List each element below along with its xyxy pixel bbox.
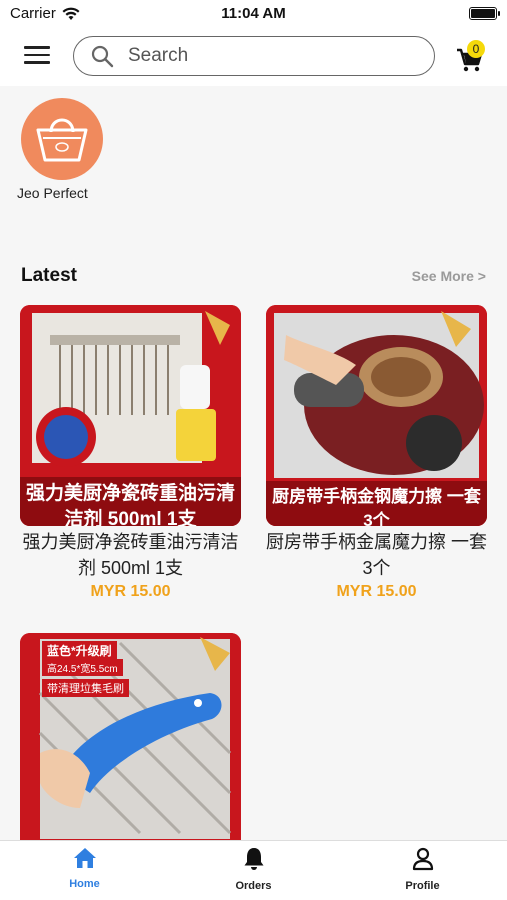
battery-icon — [469, 7, 500, 20]
store-avatar[interactable] — [21, 98, 103, 180]
tab-label: Profile — [405, 880, 440, 892]
home-icon — [73, 848, 96, 868]
store-item[interactable]: Jeo Perfect — [17, 98, 103, 201]
product-banner-text: 强力美厨净瓷砖重油污清洁剂 500ml 1支 — [25, 483, 235, 526]
tab-label: Home — [69, 878, 100, 890]
tab-profile[interactable]: Profile — [338, 841, 507, 900]
status-bar: Carrier 11:04 AM — [0, 0, 507, 28]
menu-icon-line — [24, 61, 50, 64]
cart-button[interactable]: 0 — [455, 40, 489, 74]
product-image[interactable]: 厨房带手柄金钢魔力擦 一套3个 — [266, 305, 487, 526]
menu-icon-line — [24, 46, 50, 49]
menu-icon-line — [24, 53, 50, 56]
product-card[interactable]: 强力美厨净瓷砖重油污清洁剂 500ml 1支 强力美厨净瓷砖重油污清洁剂 500… — [20, 305, 241, 601]
tab-orders[interactable]: Orders — [169, 841, 338, 900]
tab-label: Orders — [235, 880, 272, 892]
product-title[interactable]: 强力美厨净瓷砖重油污清洁剂 500ml 1支 — [20, 529, 241, 581]
product-title[interactable]: 厨房带手柄金属魔力擦 一套3个 — [266, 529, 487, 581]
person-icon — [412, 847, 433, 871]
menu-button[interactable] — [24, 46, 50, 66]
bell-icon — [244, 848, 263, 870]
product-tag: 高24.5*宽5.5cm — [42, 659, 123, 676]
product-price: MYR 15.00 — [336, 583, 417, 600]
tab-home[interactable]: Home — [0, 841, 169, 900]
search-icon — [91, 45, 114, 68]
product-banner-text: 厨房带手柄金钢魔力擦 一套3个 — [272, 487, 481, 526]
search-bar[interactable] — [73, 36, 435, 76]
product-image[interactable]: 强力美厨净瓷砖重油污清洁剂 500ml 1支 — [20, 305, 241, 526]
section-title: Latest — [21, 265, 77, 286]
product-price: MYR 15.00 — [90, 583, 171, 600]
bottom-tab-bar: Home Orders Profile — [0, 840, 507, 900]
see-more-link[interactable]: See More > — [412, 268, 486, 284]
product-card[interactable]: 蓝色*升级刷 高24.5*宽5.5cm 带清理垃集毛刷 — [20, 633, 241, 840]
status-time: 11:04 AM — [221, 5, 286, 22]
product-tag: 蓝色*升级刷 — [42, 641, 117, 660]
shopping-bag-icon — [36, 118, 88, 162]
product-image[interactable]: 蓝色*升级刷 高24.5*宽5.5cm 带清理垃集毛刷 — [20, 633, 241, 840]
product-tag: 带清理垃集毛刷 — [42, 679, 129, 697]
cart-badge: 0 — [467, 40, 485, 58]
search-input[interactable] — [128, 45, 368, 67]
top-bar: 0 — [0, 28, 507, 86]
product-card[interactable]: 厨房带手柄金钢魔力擦 一套3个 厨房带手柄金属魔力擦 一套3个 MYR 15.0… — [266, 305, 487, 601]
store-name: Jeo Perfect — [17, 185, 88, 201]
